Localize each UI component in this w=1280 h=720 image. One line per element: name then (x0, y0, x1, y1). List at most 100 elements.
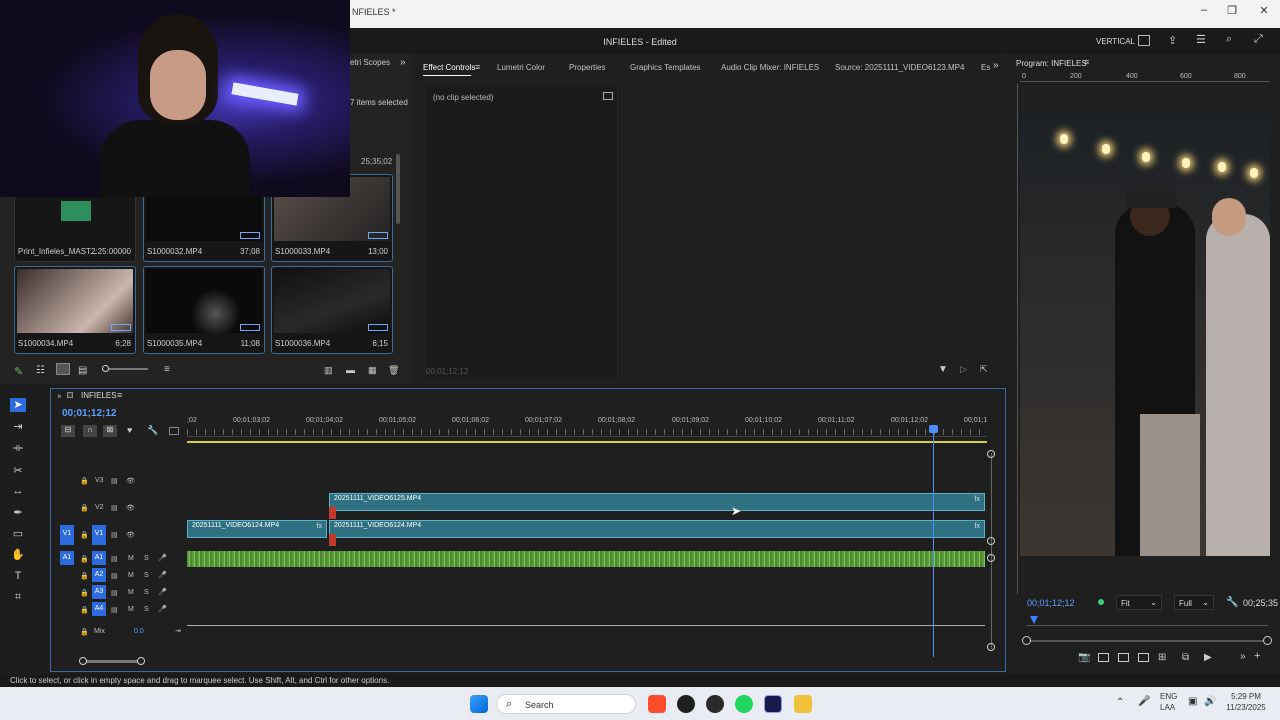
zoom-handle-left[interactable] (79, 657, 87, 665)
mute-button[interactable]: M (128, 606, 134, 613)
playhead-line[interactable] (933, 429, 934, 657)
brave-browser-icon[interactable] (648, 695, 666, 713)
track-label-a1[interactable]: A1 (92, 551, 106, 565)
safe-margins-icon[interactable] (1098, 653, 1109, 662)
spotify-icon[interactable] (735, 695, 753, 713)
rectangle-tool-icon[interactable]: ▭ (10, 527, 26, 541)
lock-icon[interactable]: 🔒 (80, 555, 89, 563)
microphone-icon[interactable]: 🎤 (158, 605, 167, 613)
type-tool-icon[interactable]: T (10, 570, 26, 584)
github-icon[interactable] (706, 695, 724, 713)
zoom-handle-right[interactable] (137, 657, 145, 665)
project-item[interactable]: S1000034.MP4 6;28 (14, 266, 136, 354)
panel-tab-scopes[interactable]: etri Scopes (350, 58, 390, 67)
language-bottom[interactable]: LAA (1160, 703, 1175, 712)
close-icon[interactable]: ✕ (1254, 4, 1274, 17)
track-label-a2[interactable]: A2 (92, 568, 106, 582)
sync-lock-icon[interactable]: ▤ (111, 504, 118, 512)
scroll-handle-right[interactable] (1263, 636, 1272, 645)
solo-button[interactable]: S (144, 606, 149, 613)
lock-icon[interactable]: 🔒 (80, 477, 89, 485)
playhead-handle[interactable] (929, 425, 938, 433)
mute-button[interactable]: M (128, 572, 134, 579)
audio-clip[interactable] (187, 551, 985, 567)
tab-properties[interactable]: Properties (569, 63, 605, 72)
sequence-tab[interactable]: INFIELES (81, 391, 117, 400)
eye-icon[interactable]: 👁 (126, 477, 135, 485)
tab-menu-icon[interactable]: ≡ (475, 62, 480, 72)
program-time-ruler[interactable] (1026, 620, 1268, 626)
eye-icon[interactable]: 👁 (126, 504, 135, 512)
premiere-pro-icon[interactable] (764, 695, 782, 713)
add-marker-icon[interactable]: ♥ (127, 425, 132, 435)
chatgpt-icon[interactable] (677, 695, 695, 713)
slip-tool-icon[interactable]: ↔ (10, 485, 26, 499)
list-view-icon[interactable]: ☷ (36, 365, 45, 376)
sync-lock-icon[interactable]: ▤ (111, 531, 118, 539)
lock-icon[interactable]: 🔒 (80, 589, 89, 597)
timeline-ruler[interactable]: ;02 00;01;03;02 00;01;04;02 00;01;05;02 … (187, 413, 987, 437)
fit-dropdown[interactable]: Fit ⌄ (1116, 595, 1162, 610)
mix-jump-icon[interactable]: ⇥ (175, 627, 181, 635)
folder-icon[interactable]: ▬ (346, 365, 355, 375)
source-patch-v1[interactable]: V1 (60, 525, 74, 545)
transition-marker[interactable] (329, 534, 336, 546)
scroll-handle-left[interactable] (1022, 636, 1031, 645)
microphone-icon[interactable]: 🎤 (158, 588, 167, 596)
vertical-scrollbar[interactable] (991, 453, 992, 649)
sync-lock-icon[interactable]: ▤ (111, 555, 118, 563)
nest-icon[interactable]: ⊟ (61, 425, 75, 437)
search-icon[interactable]: ⌕ (1226, 33, 1232, 46)
work-area-bar[interactable] (187, 441, 987, 443)
lock-icon[interactable]: 🔒 (80, 531, 89, 539)
filter-icon[interactable]: ▼ (938, 364, 948, 375)
icon-view-icon[interactable] (56, 363, 70, 375)
video-clip[interactable]: 20251111_VIDEO6125.MP4 fx (329, 493, 985, 511)
vr-video-icon[interactable]: ⧉ (1182, 652, 1189, 663)
file-explorer-icon[interactable] (794, 695, 812, 713)
microphone-icon[interactable]: 🎤 (158, 554, 167, 562)
tab-essential[interactable]: Es (981, 63, 990, 72)
automate-icon[interactable]: ▥ (324, 365, 333, 376)
tab-audio-clip-mixer[interactable]: Audio Clip Mixer: INFIELES (721, 63, 819, 72)
video-clip[interactable]: 20251111_VIDEO6124.MP4 fx (187, 520, 327, 538)
restore-icon[interactable]: ❐ (1222, 4, 1242, 17)
language-top[interactable]: ENG (1160, 692, 1177, 701)
microphone-icon[interactable]: 🎤 (158, 571, 167, 579)
grid-toggle-icon[interactable]: ⊞ (1158, 652, 1166, 663)
track-label-v1[interactable]: V1 (92, 525, 106, 545)
project-item[interactable]: S1000035.MP4 11;08 (143, 266, 265, 354)
more-controls-icon[interactable]: » (1240, 651, 1246, 662)
transition-marker[interactable] (329, 507, 336, 519)
hand-tool-icon[interactable]: ✋ (10, 548, 26, 562)
solo-button[interactable]: S (144, 555, 149, 562)
close-sequence-icon[interactable]: × (57, 392, 62, 401)
multi-camera-icon[interactable] (1118, 653, 1129, 662)
share-icon[interactable]: ⇪ (1168, 34, 1177, 47)
solo-button[interactable]: S (144, 589, 149, 596)
mute-button[interactable]: M (128, 589, 134, 596)
trash-icon[interactable]: 🗑 (388, 365, 399, 376)
sort-icon[interactable]: ≡ (164, 364, 170, 375)
track-label-v3[interactable]: V3 (95, 477, 104, 484)
zoom-slider-handle[interactable] (102, 365, 109, 372)
razor-tool-icon[interactable]: ✂ (10, 464, 26, 478)
freeform-view-icon[interactable]: ▤ (78, 365, 87, 376)
tab-source[interactable]: Source: 20251111_VIDEO6123.MP4 (835, 63, 964, 72)
add-button-icon[interactable]: + (1254, 650, 1260, 662)
ripple-edit-tool-icon[interactable]: ⟛ (10, 442, 26, 456)
zoom-scrollbar[interactable] (1026, 640, 1268, 642)
timeline-zoom-bar[interactable] (81, 660, 141, 663)
quality-dropdown[interactable]: Full ⌄ (1174, 595, 1214, 610)
track-label-a3[interactable]: A3 (92, 585, 106, 599)
tab-effect-controls[interactable]: Effect Controls (423, 63, 475, 72)
menu-lines-icon[interactable]: ☰ (1196, 33, 1206, 46)
scroll-handle[interactable] (987, 643, 995, 651)
microphone-tray-icon[interactable]: 🎤 (1138, 696, 1150, 707)
track-label-v2[interactable]: V2 (95, 504, 104, 511)
panel-layout-icon[interactable] (1138, 35, 1150, 46)
sync-lock-icon[interactable]: ▤ (111, 572, 118, 580)
eye-icon[interactable]: 👁 (126, 531, 135, 539)
fullscreen-icon[interactable]: ⤢ (1254, 33, 1263, 46)
tab-graphics-templates[interactable]: Graphics Templates (630, 63, 701, 72)
